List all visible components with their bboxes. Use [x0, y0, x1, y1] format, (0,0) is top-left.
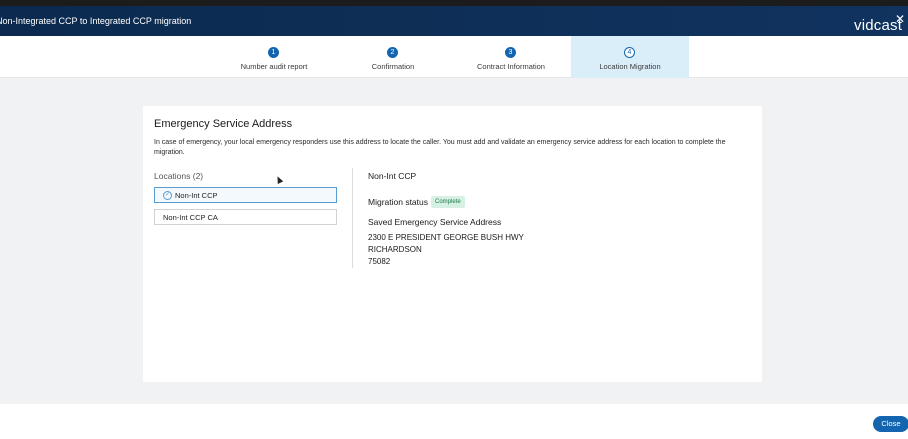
step-contract-information[interactable]: 3 Contract Information [452, 36, 570, 78]
address-line: RICHARDSON [368, 245, 422, 254]
step-number: 4 [624, 47, 635, 58]
address-line: 2300 E PRESIDENT GEORGE BUSH HWY [368, 233, 524, 242]
step-label: Number audit report [240, 62, 308, 71]
step-label: Contract Information [477, 62, 545, 71]
locations-heading: Locations (2) [154, 171, 204, 181]
card-description: In case of emergency, your local emergen… [154, 139, 726, 156]
step-label: Location Migration [599, 62, 661, 71]
location-detail-title: Non-Int CCP [368, 171, 417, 181]
window-header: Non-Integrated CCP to Integrated CCP mig… [0, 6, 908, 36]
migration-status-label: Migration status : [368, 197, 433, 207]
step-number-audit-report[interactable]: 1 Number audit report [215, 36, 333, 78]
step-confirmation[interactable]: 2 Confirmation [334, 36, 452, 78]
step-number: 2 [387, 47, 398, 58]
emergency-address-card: Emergency Service Address In case of eme… [143, 106, 762, 382]
step-number: 1 [268, 47, 279, 58]
status-badge: Complete [431, 196, 465, 208]
address-line: 75082 [368, 257, 391, 266]
location-item-non-int-ccp[interactable]: ✓ Non-Int CCP [154, 187, 337, 203]
close-icon[interactable]: ✕ [893, 12, 907, 26]
location-label: Non-Int CCP [175, 191, 218, 200]
step-number: 3 [505, 47, 516, 58]
saved-address-title: Saved Emergency Service Address [368, 217, 502, 227]
location-label: Non-Int CCP CA [163, 213, 218, 222]
step-location-migration[interactable]: 4 Location Migration [571, 36, 689, 78]
wizard-stepper: 1 Number audit report 2 Confirmation 3 C… [0, 36, 908, 78]
check-circle-icon: ✓ [163, 191, 172, 200]
card-title: Emergency Service Address [154, 118, 293, 130]
window-title: Non-Integrated CCP to Integrated CCP mig… [0, 16, 192, 26]
column-divider [352, 168, 353, 268]
step-label: Confirmation [371, 62, 415, 71]
close-button[interactable]: Close [873, 416, 908, 432]
location-item-non-int-ccp-ca[interactable]: Non-Int CCP CA [154, 209, 337, 225]
